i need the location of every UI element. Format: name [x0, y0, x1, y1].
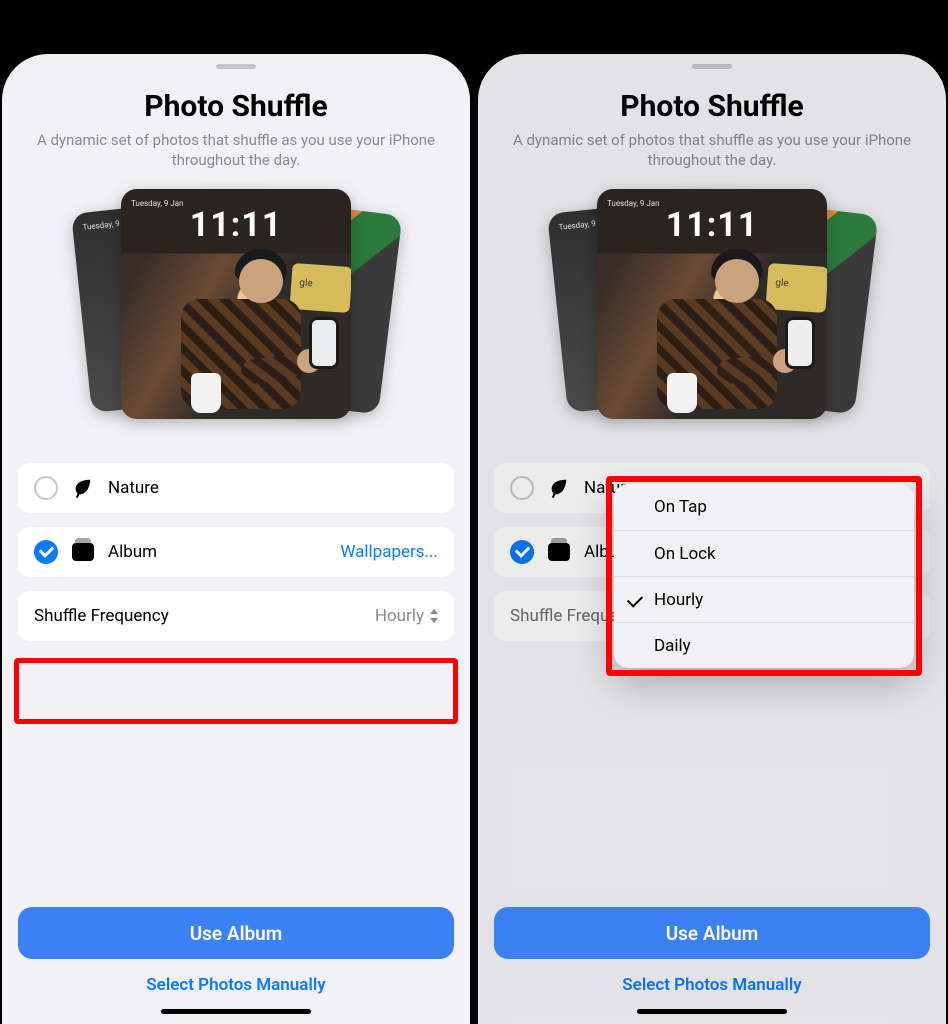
frequency-option-on-lock[interactable]: On Lock — [614, 530, 914, 576]
select-photos-manually-button[interactable]: Select Photos Manually — [494, 959, 930, 1003]
shuffle-frequency-label: Shuffle Frequency — [34, 606, 361, 626]
page-subtitle: A dynamic set of photos that shuffle as … — [478, 124, 946, 171]
option-album-label: Album — [108, 542, 326, 562]
home-indicator[interactable] — [161, 1009, 311, 1014]
frequency-option-daily[interactable]: Daily — [614, 622, 914, 668]
photo-shuffle-sheet: Photo Shuffle A dynamic set of photos th… — [478, 54, 946, 1024]
leaf-icon — [72, 477, 94, 499]
use-album-button[interactable]: Use Album — [494, 907, 930, 959]
shuffle-frequency-menu: On Tap On Lock Hourly Daily — [614, 484, 914, 668]
chevron-updown-icon — [428, 609, 438, 623]
page-subtitle: A dynamic set of photos that shuffle as … — [2, 124, 470, 171]
use-album-button[interactable]: Use Album — [18, 907, 454, 959]
sheet-grabber[interactable] — [692, 64, 732, 69]
shuffle-frequency-row[interactable]: Shuffle Frequency Hourly — [18, 591, 454, 641]
source-option-list: Nature Album Wallpapers... Shuffle Frequ… — [18, 463, 454, 641]
radio-checked-icon — [510, 540, 534, 564]
footer: Use Album Select Photos Manually — [478, 907, 946, 1024]
photo-shuffle-sheet: Photo Shuffle A dynamic set of photos th… — [2, 54, 470, 1024]
right-screenshot: Photo Shuffle A dynamic set of photos th… — [476, 0, 948, 1024]
wallpaper-tile-center: Tuesday, 9 Jan 11:11 — [121, 189, 351, 419]
option-nature[interactable]: Nature — [18, 463, 454, 513]
shuffle-frequency-value: Hourly — [375, 606, 438, 626]
wallpaper-tile-center: Tuesday, 9 Jan 11:11 — [597, 189, 827, 419]
wallpaper-preview: Tuesday, 9 Jan 11:11 Tuesday, 9 Jan 11:1… — [106, 189, 366, 437]
leaf-icon — [548, 477, 570, 499]
home-indicator[interactable] — [637, 1009, 787, 1014]
album-icon — [548, 543, 570, 561]
frequency-option-on-tap[interactable]: On Tap — [614, 484, 914, 530]
option-album-value[interactable]: Wallpapers... — [340, 542, 438, 562]
sheet-grabber[interactable] — [216, 64, 256, 69]
option-nature-label: Nature — [108, 478, 438, 498]
option-album[interactable]: Album Wallpapers... — [18, 527, 454, 577]
radio-checked-icon — [34, 540, 58, 564]
radio-unchecked-icon — [34, 476, 58, 500]
footer: Use Album Select Photos Manually — [2, 907, 470, 1024]
page-title: Photo Shuffle — [478, 89, 946, 124]
frequency-option-hourly[interactable]: Hourly — [614, 576, 914, 622]
select-photos-manually-button[interactable]: Select Photos Manually — [18, 959, 454, 1003]
wallpaper-preview: Tuesday, 9 Jan 11:11 Tuesday, 9 Jan 11:1… — [582, 189, 842, 437]
left-screenshot: Photo Shuffle A dynamic set of photos th… — [0, 0, 472, 1024]
radio-unchecked-icon — [510, 476, 534, 500]
screenshot-pair: Photo Shuffle A dynamic set of photos th… — [0, 0, 948, 1024]
page-title: Photo Shuffle — [2, 89, 470, 124]
album-icon — [72, 543, 94, 561]
annotation-highlight — [14, 658, 458, 724]
